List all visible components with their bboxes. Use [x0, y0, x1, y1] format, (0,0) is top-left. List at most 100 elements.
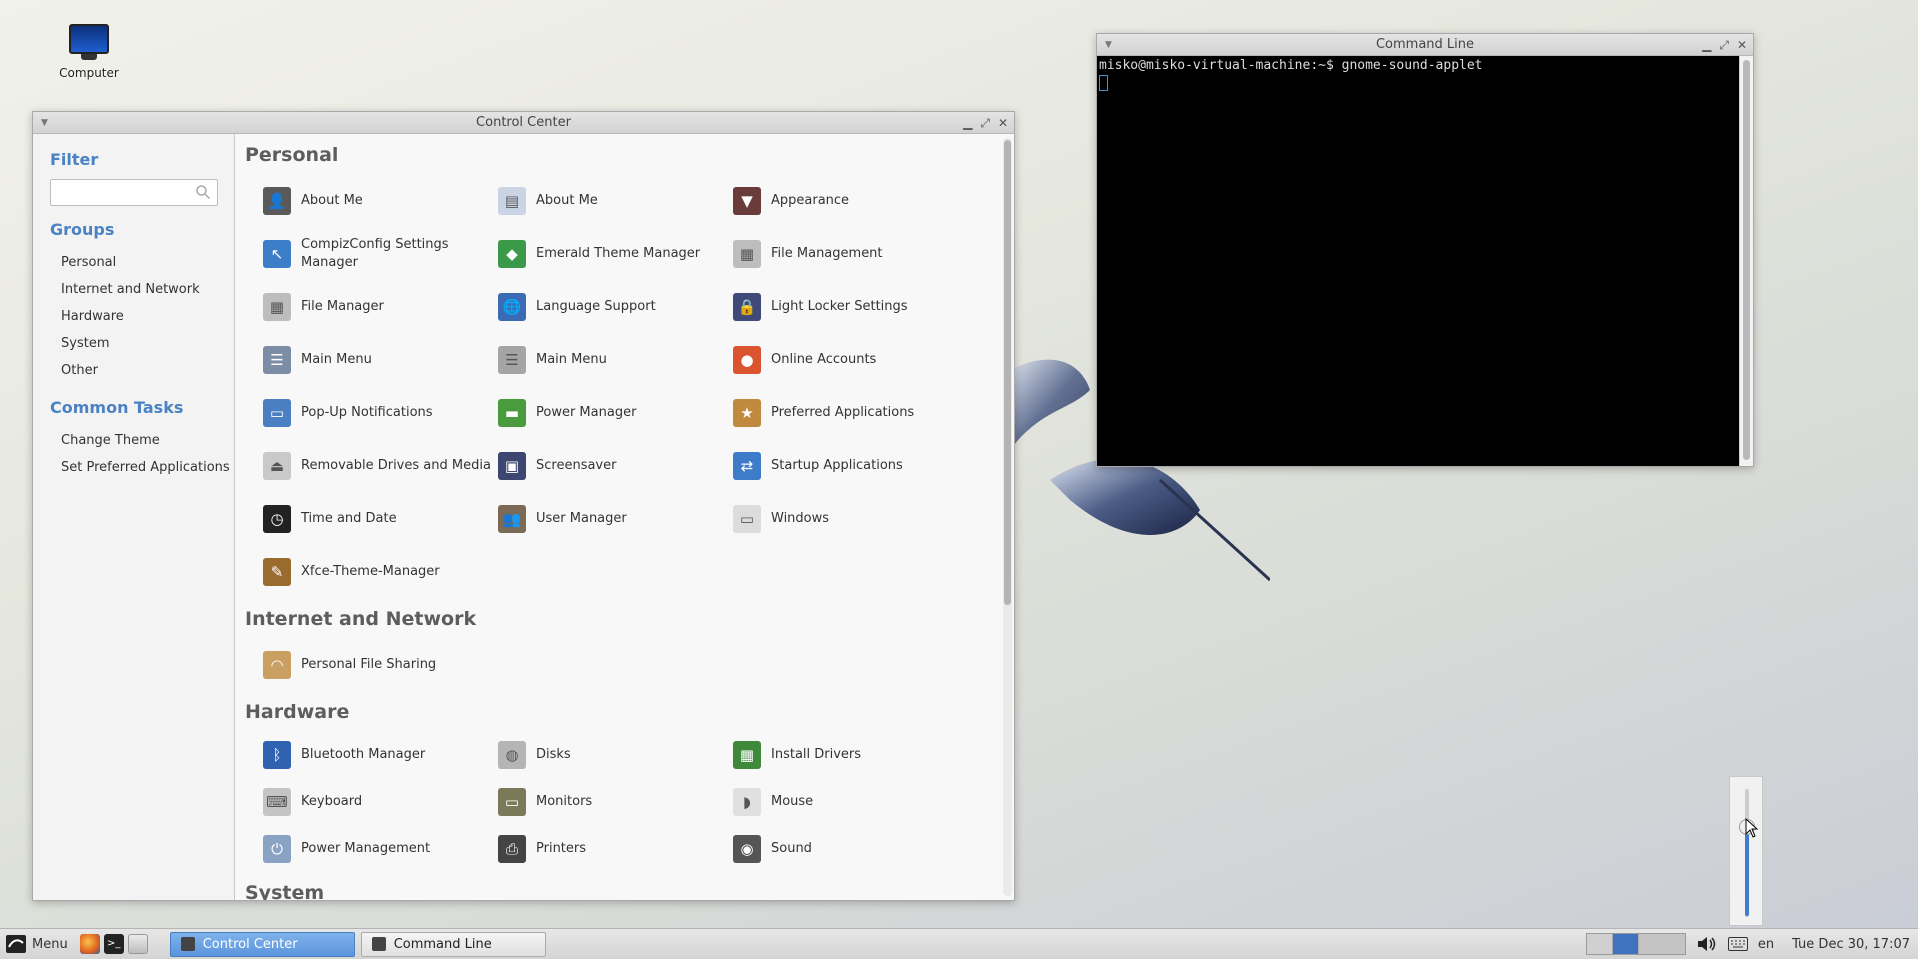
- settings-item-keyboard[interactable]: ⌨ Keyboard: [263, 778, 498, 825]
- settings-item-label: Xfce-Theme-Manager: [301, 563, 440, 579]
- desktop-icon-label: Computer: [59, 66, 119, 80]
- suit-tie-icon: ▼: [733, 186, 761, 215]
- settings-item-removable-drives-and-media[interactable]: ⏏ Removable Drives and Media: [263, 439, 498, 492]
- minimize-icon[interactable]: ▁: [963, 112, 972, 134]
- volume-popup: [1729, 776, 1763, 926]
- bluetooth-icon: ᛒ: [263, 740, 291, 769]
- settings-item-power-manager[interactable]: ▬ Power Manager: [498, 386, 733, 439]
- settings-item-label: Removable Drives and Media: [301, 457, 491, 473]
- settings-item-label: Monitors: [536, 793, 593, 809]
- settings-item-label: File Manager: [301, 298, 384, 314]
- emerald-gem-icon: ◆: [498, 239, 526, 268]
- maximize-icon[interactable]: ⤢: [980, 112, 990, 134]
- maximize-icon[interactable]: ⤢: [1719, 34, 1729, 56]
- settings-item-disks[interactable]: ◍ Disks: [498, 731, 733, 778]
- desktop-icon-computer[interactable]: Computer: [56, 22, 122, 80]
- terminal-launcher-icon[interactable]: >_: [103, 934, 124, 954]
- settings-item-main-menu[interactable]: ☰ Main Menu: [498, 333, 733, 386]
- control-center-content: Personal 👤 About Me ▤ About Me ▼ Appearance ↖ Co…: [235, 134, 1014, 900]
- workspace-2[interactable]: [1612, 934, 1639, 954]
- settings-item-install-drivers[interactable]: ▦ Install Drivers: [733, 731, 968, 778]
- window-menu-icon[interactable]: ▼: [41, 112, 48, 134]
- settings-item-power-management[interactable]: ⏻ Power Management: [263, 825, 498, 872]
- close-icon[interactable]: ✕: [1737, 34, 1747, 56]
- settings-item-label: Windows: [771, 510, 830, 526]
- power-icon: ⏻: [263, 834, 291, 863]
- settings-item-label: About Me: [301, 192, 363, 208]
- keyboard-icon[interactable]: [1727, 937, 1748, 951]
- settings-item-about-me[interactable]: ▤ About Me: [498, 174, 733, 227]
- settings-item-label: Screensaver: [536, 457, 617, 473]
- taskbar: Menu >_ Control Center Command Line en Tu…: [0, 928, 1918, 959]
- settings-item-windows[interactable]: ▭ Windows: [733, 492, 968, 545]
- scrollbar-thumb[interactable]: [1743, 60, 1750, 460]
- common-task-set-preferred-applications[interactable]: Set Preferred Applications: [50, 454, 234, 481]
- window-menu-icon[interactable]: ▼: [1105, 34, 1112, 56]
- filter-field[interactable]: [50, 179, 218, 206]
- settings-item-printers[interactable]: ⎙ Printers: [498, 825, 733, 872]
- settings-item-appearance[interactable]: ▼ Appearance: [733, 174, 968, 227]
- settings-item-label: User Manager: [536, 510, 627, 526]
- common-task-change-theme[interactable]: Change Theme: [50, 427, 234, 454]
- sidebar-group-internet-and-network[interactable]: Internet and Network: [50, 276, 234, 303]
- filter-input[interactable]: [51, 180, 217, 205]
- firefox-launcher-icon[interactable]: [79, 934, 100, 954]
- sidebar-group-personal[interactable]: Personal: [50, 249, 234, 276]
- minimize-icon[interactable]: ▁: [1702, 34, 1711, 56]
- taskbar-task-command-line[interactable]: Command Line: [360, 931, 546, 957]
- terminal-output[interactable]: misko@misko-virtual-machine:~$ gnome-sou…: [1097, 56, 1739, 466]
- keyboard-layout-indicator[interactable]: en: [1758, 937, 1774, 952]
- settings-item-personal-file-sharing[interactable]: ◠ Personal File Sharing: [263, 638, 498, 691]
- person-photo-icon: 👤: [263, 186, 291, 215]
- settings-item-language-support[interactable]: 🌐 Language Support: [498, 280, 733, 333]
- settings-item-startup-applications[interactable]: ⇄ Startup Applications: [733, 439, 968, 492]
- command-line-titlebar[interactable]: ▼ Command Line ▁ ⤢ ✕: [1097, 34, 1753, 56]
- file-cabinet-icon: ▦: [263, 292, 291, 321]
- control-center-titlebar[interactable]: ▼ Control Center ▁ ⤢ ✕: [33, 112, 1014, 134]
- lock-screen-icon: 🔒: [733, 292, 761, 321]
- settings-item-mouse[interactable]: ◗ Mouse: [733, 778, 968, 825]
- workspace-1[interactable]: [1586, 934, 1613, 954]
- settings-item-online-accounts[interactable]: ● Online Accounts: [733, 333, 968, 386]
- settings-item-about-me[interactable]: 👤 About Me: [263, 174, 498, 227]
- settings-item-user-manager[interactable]: 👥 User Manager: [498, 492, 733, 545]
- section-title-internet-and-network: Internet and Network: [245, 608, 477, 630]
- sidebar-group-system[interactable]: System: [50, 330, 234, 357]
- settings-item-monitors[interactable]: ▭ Monitors: [498, 778, 733, 825]
- settings-item-sound[interactable]: ◉ Sound: [733, 825, 968, 872]
- scrollbar-thumb[interactable]: [1004, 140, 1011, 605]
- control-center-sidebar: Filter Groups Personal Internet and Netwo…: [33, 134, 235, 900]
- sidebar-group-hardware[interactable]: Hardware: [50, 303, 234, 330]
- volume-icon[interactable]: [1696, 935, 1718, 953]
- settings-item-bluetooth-manager[interactable]: ᛒ Bluetooth Manager: [263, 731, 498, 778]
- settings-item-file-manager[interactable]: ▦ File Manager: [263, 280, 498, 333]
- settings-item-file-management[interactable]: ▦ File Management: [733, 227, 968, 280]
- content-scrollbar[interactable]: [1003, 138, 1012, 896]
- taskbar-task-label: Command Line: [393, 936, 492, 952]
- settings-item-compizconfig-settings-manager[interactable]: ↖ CompizConfig Settings Manager: [263, 227, 498, 280]
- search-icon[interactable]: [195, 184, 211, 200]
- clock-icon: ◷: [263, 504, 291, 533]
- chip-icon: ▦: [733, 740, 761, 769]
- workspace-switcher[interactable]: [1585, 933, 1686, 955]
- settings-item-main-menu[interactable]: ☰ Main Menu: [263, 333, 498, 386]
- terminal-scrollbar[interactable]: [1739, 56, 1753, 466]
- workspace-3[interactable]: [1638, 934, 1685, 954]
- taskbar-task-control-center[interactable]: Control Center: [169, 931, 355, 957]
- settings-item-screensaver[interactable]: ▣ Screensaver: [498, 439, 733, 492]
- settings-item-time-and-date[interactable]: ◷ Time and Date: [263, 492, 498, 545]
- settings-item-label: Main Menu: [301, 351, 372, 367]
- sidebar-group-other[interactable]: Other: [50, 357, 234, 384]
- settings-item-xfce-theme-manager[interactable]: ✎ Xfce-Theme-Manager: [263, 545, 498, 598]
- settings-item-preferred-applications[interactable]: ★ Preferred Applications: [733, 386, 968, 439]
- settings-item-pop-up-notifications[interactable]: ▭ Pop-Up Notifications: [263, 386, 498, 439]
- clock[interactable]: Tue Dec 30, 17:07: [1792, 937, 1910, 952]
- menu-button[interactable]: Menu: [0, 929, 78, 959]
- task-list: Control Center Command Line: [164, 931, 546, 957]
- settings-item-light-locker-settings[interactable]: 🔒 Light Locker Settings: [733, 280, 968, 333]
- section-grid: ◠ Personal File Sharing: [235, 638, 1014, 691]
- settings-item-label: Emerald Theme Manager: [536, 245, 701, 261]
- settings-item-emerald-theme-manager[interactable]: ◆ Emerald Theme Manager: [498, 227, 733, 280]
- file-manager-launcher-icon[interactable]: [127, 934, 148, 954]
- close-icon[interactable]: ✕: [998, 112, 1008, 134]
